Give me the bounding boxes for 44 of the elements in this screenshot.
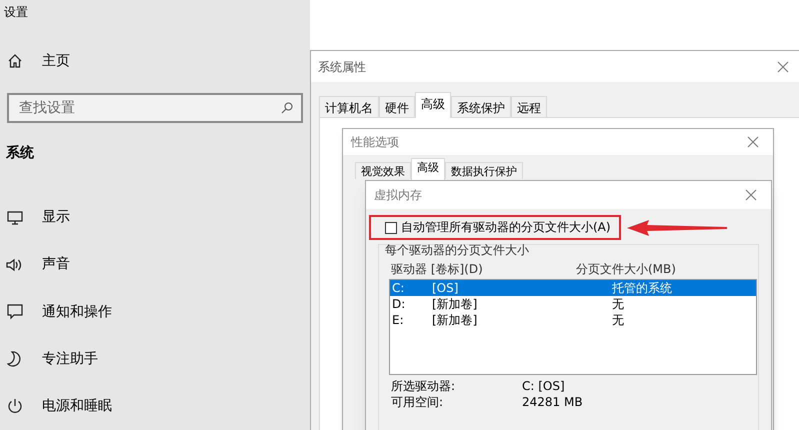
moon-icon: [7, 351, 23, 368]
tab[interactable]: 数据执行保护: [445, 162, 523, 179]
window-title: 虚拟内存: [374, 188, 422, 202]
sidebar-item[interactable]: 主页: [0, 39, 310, 83]
sidebar-item[interactable]: 专注助手: [0, 336, 310, 383]
search-icon[interactable]: [281, 102, 293, 114]
tab[interactable]: 系统保护: [451, 96, 511, 117]
close-icon[interactable]: [777, 60, 789, 72]
speaker-icon: [6, 258, 24, 272]
field-label: 可用空间:: [390, 395, 444, 410]
tab[interactable]: 远程: [511, 96, 547, 117]
field-label: 所选驱动器:: [390, 379, 456, 394]
search-field[interactable]: 查找设置: [7, 92, 303, 124]
message-icon: [7, 304, 23, 320]
window-title: 系统属性: [318, 58, 366, 76]
field-value: 24281 MB: [522, 395, 583, 410]
close-icon[interactable]: [747, 136, 759, 148]
column-header: 分页文件大小(MB): [576, 262, 676, 277]
power-icon: [7, 398, 23, 414]
list-row[interactable]: E: [新加卷] 无: [390, 312, 756, 328]
close-icon[interactable]: [745, 189, 757, 201]
column-header: 驱动器 [卷标](D): [390, 262, 484, 277]
home-icon: [8, 54, 22, 68]
checkbox-label[interactable]: 自动管理所有驱动器的分页文件大小(A): [401, 220, 611, 235]
list-row[interactable]: D: [新加卷] 无: [390, 296, 756, 312]
tab[interactable]: 计算机名: [319, 96, 379, 117]
tab[interactable]: 高级: [415, 92, 451, 118]
arrow-icon: [627, 220, 727, 236]
group-label: 每个驱动器的分页文件大小: [385, 243, 530, 258]
monitor-icon: [7, 210, 23, 225]
sidebar-item[interactable]: 声音: [0, 241, 310, 288]
tab[interactable]: 高级: [411, 158, 445, 180]
window-title: 性能选项: [351, 134, 399, 151]
sidebar-item[interactable]: 电源和睡眠: [0, 382, 310, 430]
section-heading: 系统: [5, 144, 35, 164]
sidebar-item[interactable]: 通知和操作: [0, 288, 310, 336]
drive-list[interactable]: C: [OS] 托管的系统 D: [新加卷] 无 E: [新加卷] 无: [389, 279, 757, 375]
checkbox[interactable]: [385, 222, 397, 234]
tab[interactable]: 视觉效果: [355, 162, 411, 179]
list-row[interactable]: C: [OS] 托管的系统: [390, 280, 756, 296]
sidebar-item[interactable]: 显示: [0, 194, 310, 242]
window-title: 设置: [3, 4, 29, 21]
field-value: C: [OS]: [522, 379, 565, 394]
tab[interactable]: 硬件: [379, 96, 415, 117]
